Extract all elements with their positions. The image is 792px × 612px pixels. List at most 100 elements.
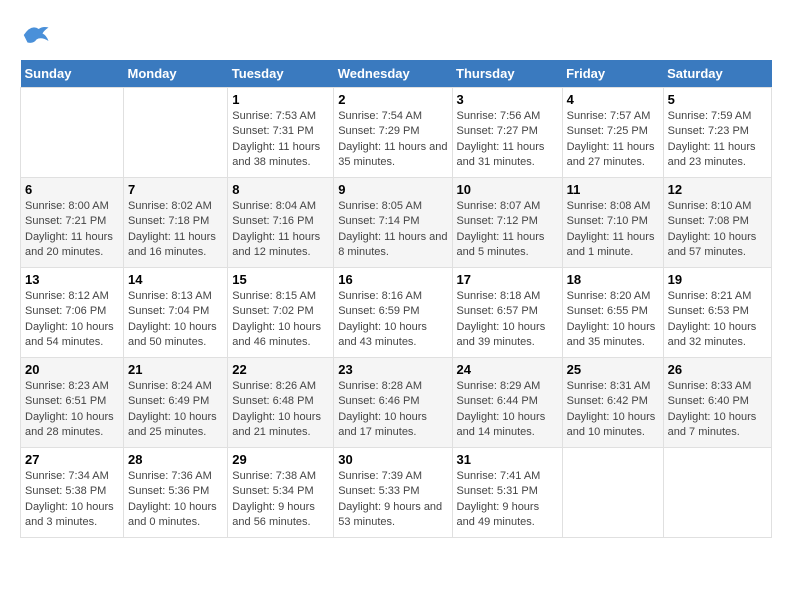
day-number: 31 bbox=[457, 452, 558, 467]
day-info: Sunrise: 7:59 AM Sunset: 7:23 PM Dayligh… bbox=[668, 109, 767, 171]
header-cell-sunday: Sunday bbox=[21, 60, 124, 88]
day-cell bbox=[562, 448, 663, 538]
day-number: 16 bbox=[338, 272, 447, 287]
day-info: Sunrise: 7:56 AM Sunset: 7:27 PM Dayligh… bbox=[457, 109, 558, 171]
day-cell: 25 Sunrise: 8:31 AM Sunset: 6:42 PM Dayli… bbox=[562, 358, 663, 448]
day-info: Sunrise: 7:39 AM Sunset: 5:33 PM Dayligh… bbox=[338, 469, 447, 531]
day-info: Sunrise: 8:29 AM Sunset: 6:44 PM Dayligh… bbox=[457, 379, 558, 441]
day-info: Sunrise: 8:16 AM Sunset: 6:59 PM Dayligh… bbox=[338, 289, 447, 351]
day-cell: 22 Sunrise: 8:26 AM Sunset: 6:48 PM Dayli… bbox=[228, 358, 334, 448]
day-number: 26 bbox=[668, 362, 767, 377]
day-cell: 11Sunrise: 8:08 AM Sunset: 7:10 PM Dayli… bbox=[562, 178, 663, 268]
day-info: Sunrise: 8:23 AM Sunset: 6:51 PM Dayligh… bbox=[25, 379, 119, 441]
logo bbox=[20, 20, 54, 50]
day-cell: 16 Sunrise: 8:16 AM Sunset: 6:59 PM Dayli… bbox=[334, 268, 452, 358]
day-number: 21 bbox=[128, 362, 223, 377]
page-header bbox=[20, 20, 772, 50]
day-cell: 3 Sunrise: 7:56 AM Sunset: 7:27 PM Daylig… bbox=[452, 88, 562, 178]
day-info: Sunrise: 8:02 AM Sunset: 7:18 PM Dayligh… bbox=[128, 199, 223, 261]
day-info: Sunrise: 8:10 AM Sunset: 7:08 PM Dayligh… bbox=[668, 199, 767, 261]
week-row-0: 1 Sunrise: 7:53 AM Sunset: 7:31 PM Daylig… bbox=[21, 88, 772, 178]
day-cell: 20Sunrise: 8:23 AM Sunset: 6:51 PM Dayli… bbox=[21, 358, 124, 448]
day-info: Sunrise: 8:26 AM Sunset: 6:48 PM Dayligh… bbox=[232, 379, 329, 441]
day-info: Sunrise: 8:07 AM Sunset: 7:12 PM Dayligh… bbox=[457, 199, 558, 261]
week-row-1: 6 Sunrise: 8:00 AM Sunset: 7:21 PM Daylig… bbox=[21, 178, 772, 268]
day-cell: 14 Sunrise: 8:13 AM Sunset: 7:04 PM Dayli… bbox=[123, 268, 227, 358]
day-number: 24 bbox=[457, 362, 558, 377]
day-number: 7 bbox=[128, 182, 223, 197]
day-cell: 21Sunrise: 8:24 AM Sunset: 6:49 PM Dayli… bbox=[123, 358, 227, 448]
day-info: Sunrise: 8:15 AM Sunset: 7:02 PM Dayligh… bbox=[232, 289, 329, 351]
day-number: 13 bbox=[25, 272, 119, 287]
day-info: Sunrise: 8:33 AM Sunset: 6:40 PM Dayligh… bbox=[668, 379, 767, 441]
day-cell: 27 Sunrise: 7:34 AM Sunset: 5:38 PM Dayli… bbox=[21, 448, 124, 538]
day-number: 17 bbox=[457, 272, 558, 287]
day-number: 8 bbox=[232, 182, 329, 197]
day-number: 11 bbox=[567, 182, 659, 197]
day-cell: 10Sunrise: 8:07 AM Sunset: 7:12 PM Dayli… bbox=[452, 178, 562, 268]
day-cell bbox=[663, 448, 771, 538]
day-cell: 23 Sunrise: 8:28 AM Sunset: 6:46 PM Dayli… bbox=[334, 358, 452, 448]
day-info: Sunrise: 8:13 AM Sunset: 7:04 PM Dayligh… bbox=[128, 289, 223, 351]
day-cell: 12 Sunrise: 8:10 AM Sunset: 7:08 PM Dayli… bbox=[663, 178, 771, 268]
header-cell-monday: Monday bbox=[123, 60, 227, 88]
day-cell: 13 Sunrise: 8:12 AM Sunset: 7:06 PM Dayli… bbox=[21, 268, 124, 358]
day-info: Sunrise: 8:20 AM Sunset: 6:55 PM Dayligh… bbox=[567, 289, 659, 351]
day-cell: 24 Sunrise: 8:29 AM Sunset: 6:44 PM Dayli… bbox=[452, 358, 562, 448]
header-cell-saturday: Saturday bbox=[663, 60, 771, 88]
week-row-3: 20Sunrise: 8:23 AM Sunset: 6:51 PM Dayli… bbox=[21, 358, 772, 448]
day-number: 22 bbox=[232, 362, 329, 377]
day-cell: 31 Sunrise: 7:41 AM Sunset: 5:31 PM Dayli… bbox=[452, 448, 562, 538]
day-cell: 29 Sunrise: 7:38 AM Sunset: 5:34 PM Dayli… bbox=[228, 448, 334, 538]
day-info: Sunrise: 8:12 AM Sunset: 7:06 PM Dayligh… bbox=[25, 289, 119, 351]
day-number: 28 bbox=[128, 452, 223, 467]
day-info: Sunrise: 8:31 AM Sunset: 6:42 PM Dayligh… bbox=[567, 379, 659, 441]
day-number: 30 bbox=[338, 452, 447, 467]
day-number: 18 bbox=[567, 272, 659, 287]
day-number: 27 bbox=[25, 452, 119, 467]
day-info: Sunrise: 7:38 AM Sunset: 5:34 PM Dayligh… bbox=[232, 469, 329, 531]
day-cell: 5Sunrise: 7:59 AM Sunset: 7:23 PM Daylig… bbox=[663, 88, 771, 178]
day-cell: 18 Sunrise: 8:20 AM Sunset: 6:55 PM Dayli… bbox=[562, 268, 663, 358]
day-cell: 17Sunrise: 8:18 AM Sunset: 6:57 PM Dayli… bbox=[452, 268, 562, 358]
day-info: Sunrise: 8:28 AM Sunset: 6:46 PM Dayligh… bbox=[338, 379, 447, 441]
calendar-header: SundayMondayTuesdayWednesdayThursdayFrid… bbox=[21, 60, 772, 88]
day-info: Sunrise: 7:36 AM Sunset: 5:36 PM Dayligh… bbox=[128, 469, 223, 531]
day-number: 12 bbox=[668, 182, 767, 197]
day-number: 29 bbox=[232, 452, 329, 467]
day-cell: 15 Sunrise: 8:15 AM Sunset: 7:02 PM Dayli… bbox=[228, 268, 334, 358]
day-info: Sunrise: 8:00 AM Sunset: 7:21 PM Dayligh… bbox=[25, 199, 119, 261]
day-cell: 19Sunrise: 8:21 AM Sunset: 6:53 PM Dayli… bbox=[663, 268, 771, 358]
day-cell: 9 Sunrise: 8:05 AM Sunset: 7:14 PM Daylig… bbox=[334, 178, 452, 268]
day-number: 15 bbox=[232, 272, 329, 287]
day-cell: 4 Sunrise: 7:57 AM Sunset: 7:25 PM Daylig… bbox=[562, 88, 663, 178]
day-cell: 7 Sunrise: 8:02 AM Sunset: 7:18 PM Daylig… bbox=[123, 178, 227, 268]
day-cell: 2Sunrise: 7:54 AM Sunset: 7:29 PM Daylig… bbox=[334, 88, 452, 178]
day-number: 25 bbox=[567, 362, 659, 377]
day-number: 2 bbox=[338, 92, 447, 107]
day-number: 23 bbox=[338, 362, 447, 377]
day-cell: 8Sunrise: 8:04 AM Sunset: 7:16 PM Daylig… bbox=[228, 178, 334, 268]
day-cell: 26 Sunrise: 8:33 AM Sunset: 6:40 PM Dayli… bbox=[663, 358, 771, 448]
day-number: 14 bbox=[128, 272, 223, 287]
header-cell-tuesday: Tuesday bbox=[228, 60, 334, 88]
day-number: 4 bbox=[567, 92, 659, 107]
day-cell: 28 Sunrise: 7:36 AM Sunset: 5:36 PM Dayli… bbox=[123, 448, 227, 538]
day-info: Sunrise: 7:57 AM Sunset: 7:25 PM Dayligh… bbox=[567, 109, 659, 171]
week-row-2: 13 Sunrise: 8:12 AM Sunset: 7:06 PM Dayli… bbox=[21, 268, 772, 358]
day-cell bbox=[123, 88, 227, 178]
day-info: Sunrise: 8:21 AM Sunset: 6:53 PM Dayligh… bbox=[668, 289, 767, 351]
calendar-body: 1 Sunrise: 7:53 AM Sunset: 7:31 PM Daylig… bbox=[21, 88, 772, 538]
day-number: 1 bbox=[232, 92, 329, 107]
header-cell-friday: Friday bbox=[562, 60, 663, 88]
day-cell: 30 Sunrise: 7:39 AM Sunset: 5:33 PM Dayli… bbox=[334, 448, 452, 538]
day-number: 6 bbox=[25, 182, 119, 197]
day-info: Sunrise: 7:41 AM Sunset: 5:31 PM Dayligh… bbox=[457, 469, 558, 531]
day-info: Sunrise: 7:53 AM Sunset: 7:31 PM Dayligh… bbox=[232, 109, 329, 171]
day-number: 9 bbox=[338, 182, 447, 197]
header-row: SundayMondayTuesdayWednesdayThursdayFrid… bbox=[21, 60, 772, 88]
day-cell bbox=[21, 88, 124, 178]
day-number: 3 bbox=[457, 92, 558, 107]
day-info: Sunrise: 7:34 AM Sunset: 5:38 PM Dayligh… bbox=[25, 469, 119, 531]
day-info: Sunrise: 8:05 AM Sunset: 7:14 PM Dayligh… bbox=[338, 199, 447, 261]
